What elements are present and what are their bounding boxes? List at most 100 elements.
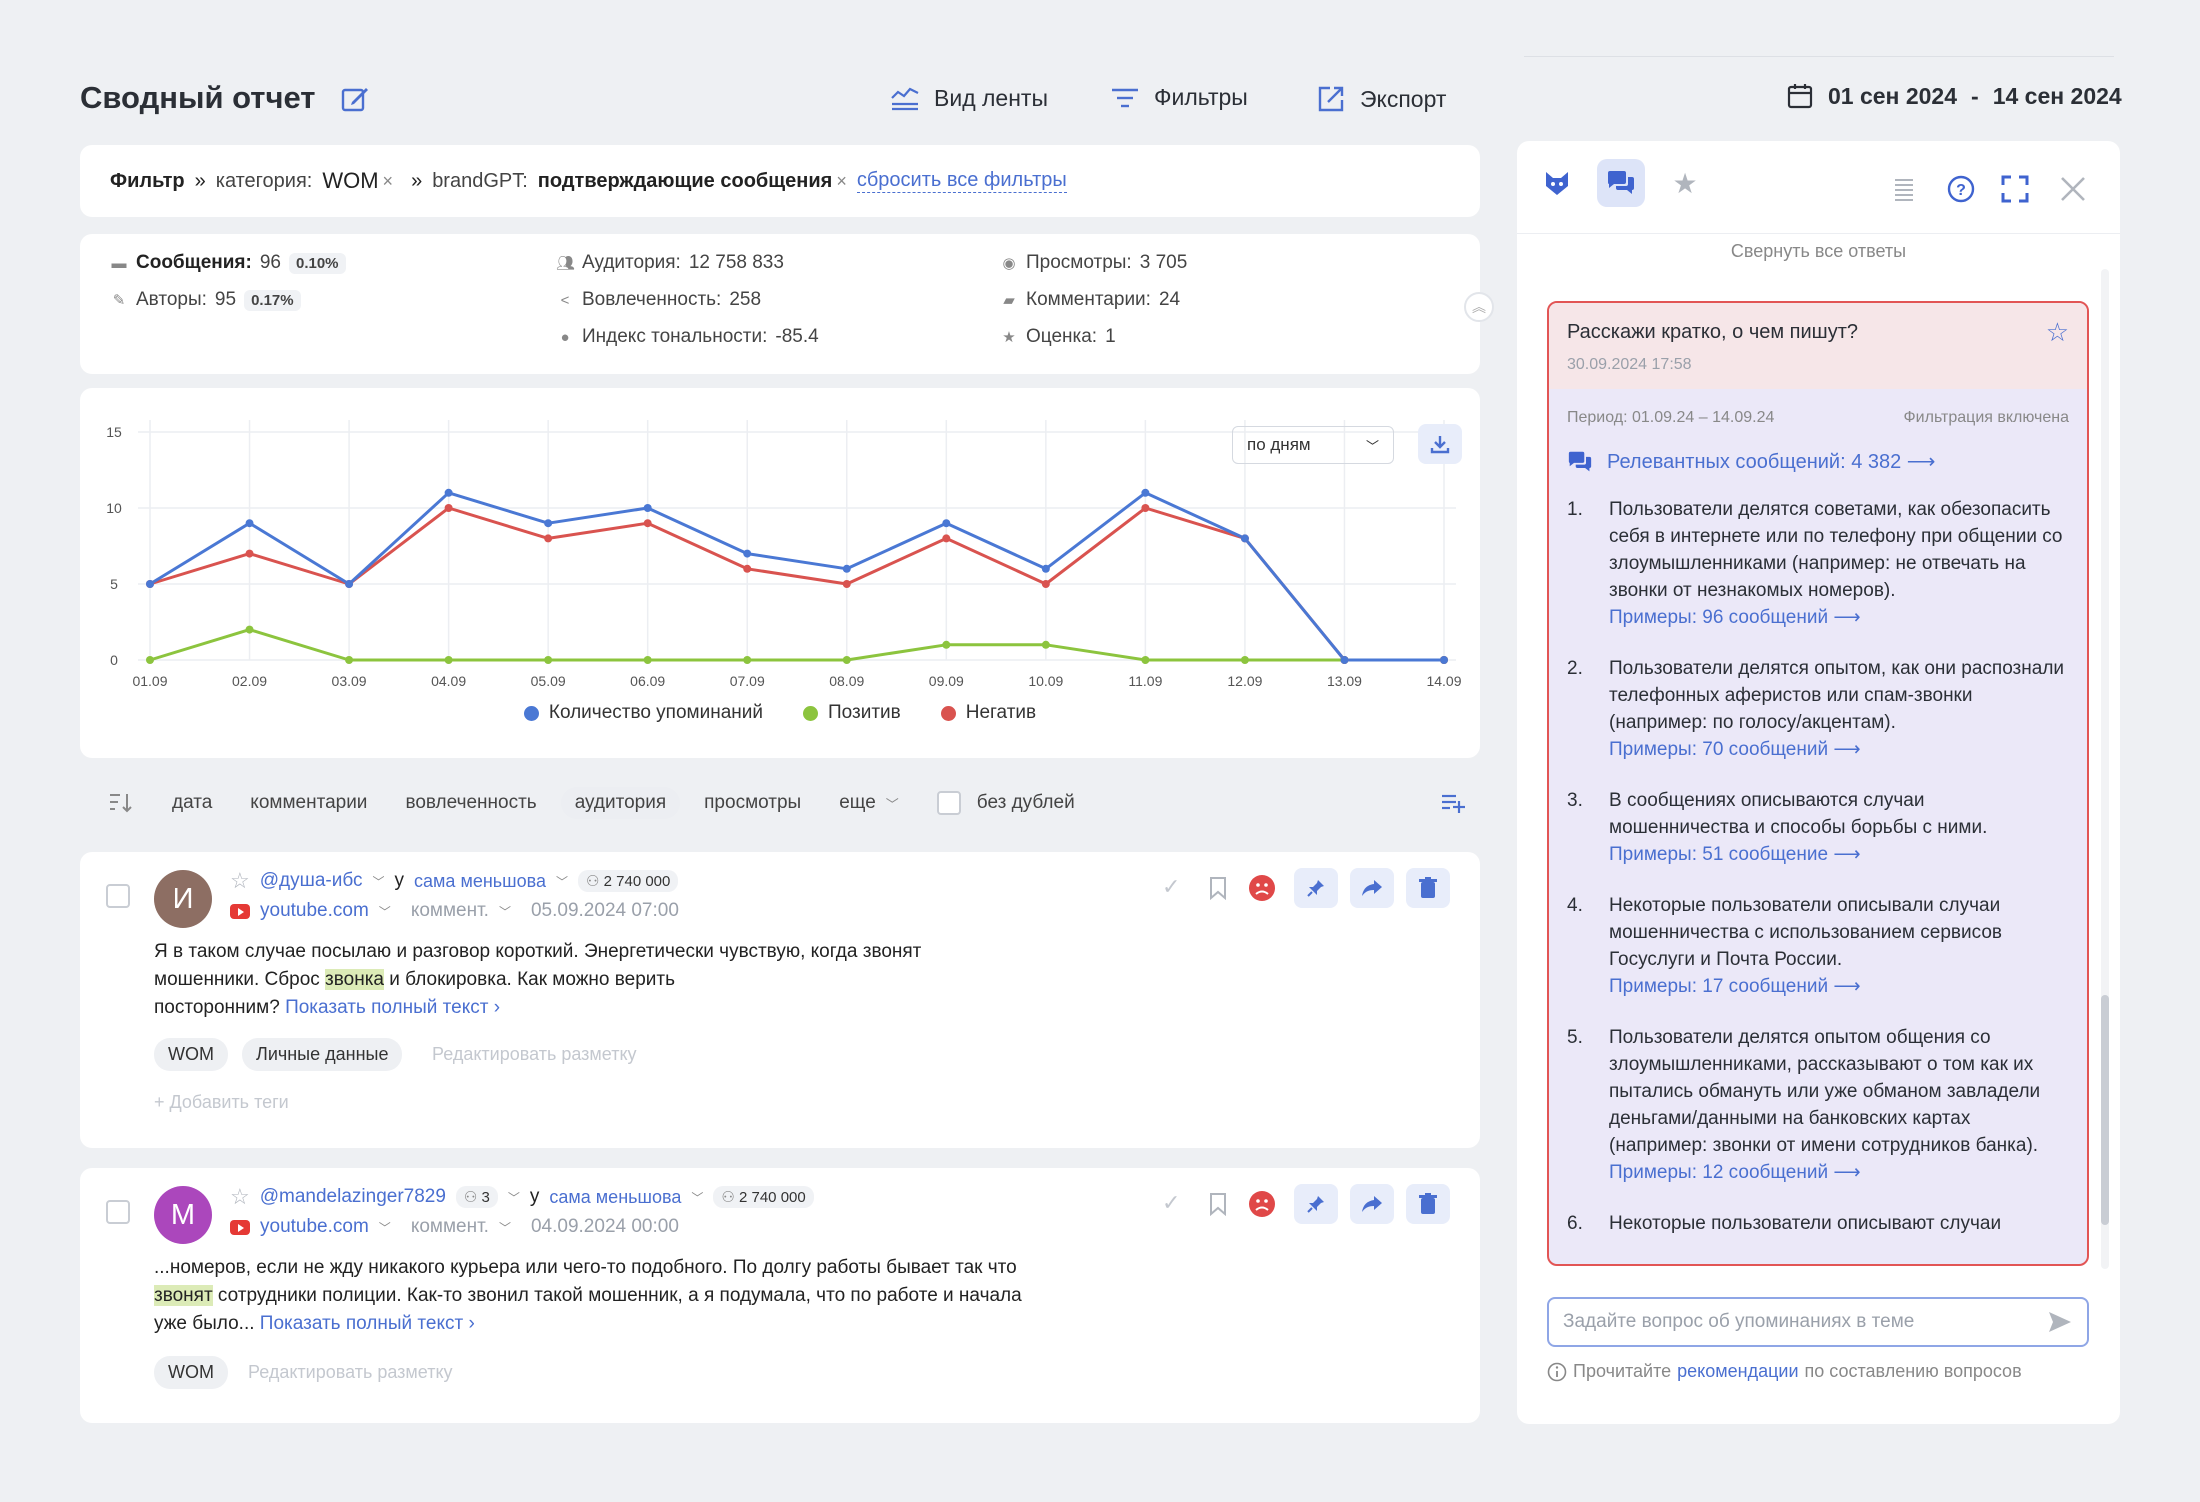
trash-icon: [1419, 1193, 1437, 1215]
avatar[interactable]: M: [154, 1186, 212, 1244]
date-range-picker[interactable]: 01 сен 2024 - 14 сен 2024: [1786, 82, 2122, 110]
collapse-stats-button[interactable]: ︽: [1464, 292, 1494, 322]
favorite-star-icon[interactable]: ☆: [2046, 317, 2069, 348]
post-text-line: мошенники. Сброс звонка и блокировка. Ка…: [154, 966, 921, 994]
add-tags-link[interactable]: + Добавить теги: [154, 1092, 289, 1113]
show-full-text-link[interactable]: Показать полный текст ›: [285, 997, 500, 1018]
data-point: [245, 549, 254, 558]
sort-comments[interactable]: комментарии: [236, 787, 381, 819]
answer-text: Некоторые пользователи описывают случаи: [1609, 1213, 2002, 1234]
list-icon[interactable]: [1893, 177, 1915, 201]
show-full-text-link[interactable]: Показать полный текст ›: [260, 1313, 475, 1334]
answer-item: 5. Пользователи делятся опытом общения со…: [1567, 1024, 2069, 1186]
examples-link[interactable]: Примеры: 51 сообщение ⟶: [1609, 841, 2069, 868]
author-link[interactable]: @душа-ибс: [260, 870, 363, 892]
post-select-checkbox[interactable]: [106, 1200, 130, 1224]
pin-button[interactable]: [1294, 868, 1338, 908]
chevron-down-icon[interactable]: ﹀: [379, 903, 391, 920]
close-icon[interactable]: [2059, 175, 2087, 203]
chevron-down-icon[interactable]: ﹀: [499, 903, 511, 920]
granularity-select[interactable]: по дням ﹀: [1232, 426, 1394, 464]
edit-icon[interactable]: [340, 84, 370, 114]
tag-wom[interactable]: WOM: [154, 1356, 228, 1389]
bookmark-icon[interactable]: [1208, 876, 1228, 900]
examples-link[interactable]: Примеры: 12 сообщений ⟶: [1609, 1159, 2069, 1186]
tab-favorites[interactable]: ★: [1661, 159, 1709, 207]
scrollbar-thumb[interactable]: [2101, 995, 2109, 1225]
bookmark-icon[interactable]: [1208, 1192, 1228, 1216]
check-icon[interactable]: ✓: [1162, 874, 1180, 900]
tag-wom[interactable]: WOM: [154, 1038, 228, 1071]
channel-link[interactable]: сама меньшова: [549, 1187, 681, 1208]
legend-item-mentions[interactable]: Количество упоминаний: [523, 702, 763, 724]
sort-audience[interactable]: аудитория: [560, 787, 681, 819]
reset-filters-link[interactable]: сбросить все фильтры: [856, 169, 1067, 193]
collapse-all-answers-button[interactable]: Свернуть все ответы: [1517, 241, 2120, 262]
delete-button[interactable]: [1406, 1184, 1450, 1224]
recommendations-link[interactable]: рекомендации: [1677, 1361, 1798, 1382]
legend-item-negative[interactable]: Негатив: [940, 702, 1037, 724]
sort-order-icon[interactable]: [108, 791, 134, 815]
negative-sentiment-icon[interactable]: [1248, 1190, 1276, 1218]
data-point: [1141, 504, 1150, 512]
chevron-down-icon[interactable]: ﹀: [373, 873, 385, 890]
question-input[interactable]: Задайте вопрос об упоминаниях в теме: [1547, 1297, 2089, 1347]
share-button[interactable]: [1350, 1184, 1394, 1224]
post-select-checkbox[interactable]: [106, 884, 130, 908]
chevron-down-icon[interactable]: ﹀: [499, 1219, 511, 1236]
fullscreen-icon[interactable]: [2001, 175, 2029, 203]
legend-item-positive[interactable]: Позитив: [803, 702, 901, 724]
x-tick-label: 02.09: [232, 673, 267, 688]
examples-link[interactable]: Примеры: 70 сообщений ⟶: [1609, 736, 2069, 763]
source-link[interactable]: youtube.com: [260, 1216, 369, 1238]
edit-markup-link[interactable]: Редактировать разметку: [432, 1044, 637, 1065]
legend-label: Негатив: [965, 702, 1037, 723]
star-outline-icon[interactable]: ☆: [230, 1184, 250, 1210]
pin-button[interactable]: [1294, 1184, 1338, 1224]
x-tick-label: 14.09: [1426, 673, 1461, 688]
dedupe-checkbox[interactable]: [936, 791, 961, 815]
stat-tone-label: Индекс тональности:: [582, 326, 768, 347]
remove-brandgpt-icon[interactable]: ×: [836, 171, 847, 192]
list-settings-icon[interactable]: [1440, 792, 1466, 814]
data-point: [444, 488, 453, 497]
chat-icon: [1606, 169, 1636, 197]
download-chart-button[interactable]: [1418, 424, 1462, 464]
examples-link[interactable]: Примеры: 17 сообщений ⟶: [1609, 973, 2069, 1000]
chevron-up-icon: ︽: [1472, 299, 1486, 315]
chevron-down-icon[interactable]: ﹀: [556, 873, 568, 890]
share-button[interactable]: [1350, 868, 1394, 908]
sort-engagement[interactable]: вовлеченность: [391, 787, 550, 819]
data-point: [942, 519, 951, 528]
examples-link[interactable]: Примеры: 96 сообщений ⟶: [1609, 604, 2069, 631]
filters-button[interactable]: Фильтры: [1110, 84, 1248, 111]
help-icon[interactable]: ?: [1947, 175, 1975, 203]
delete-button[interactable]: [1406, 868, 1450, 908]
relevant-messages-link[interactable]: Релевантных сообщений: 4 382 ⟶: [1607, 449, 1935, 474]
sort-date[interactable]: дата: [158, 787, 226, 819]
export-button[interactable]: Экспорт: [1316, 84, 1446, 114]
avatar[interactable]: И: [154, 870, 212, 928]
chevron-down-icon[interactable]: ﹀: [379, 1219, 391, 1236]
author-link[interactable]: @mandelazinger7829: [260, 1186, 446, 1208]
sort-more-dropdown[interactable]: еще ﹀: [825, 787, 913, 819]
check-icon[interactable]: ✓: [1162, 1190, 1180, 1216]
channel-link[interactable]: сама меньшова: [414, 871, 546, 892]
negative-sentiment-icon[interactable]: [1248, 874, 1276, 902]
remove-category-icon[interactable]: ×: [383, 171, 394, 192]
tab-brand[interactable]: [1533, 159, 1581, 207]
scrollbar-track[interactable]: [2101, 269, 2109, 1269]
chevron-down-icon[interactable]: ﹀: [691, 1189, 703, 1206]
source-link[interactable]: youtube.com: [260, 900, 369, 922]
feed-view-button[interactable]: Вид ленты: [890, 84, 1048, 112]
keyword-highlight: звонят: [154, 1285, 213, 1306]
youtube-icon: [230, 1219, 250, 1235]
chevron-down-icon[interactable]: ﹀: [508, 1189, 520, 1206]
sort-views[interactable]: просмотры: [690, 787, 815, 819]
edit-markup-link[interactable]: Редактировать разметку: [248, 1362, 453, 1383]
tag-personal-data[interactable]: Личные данные: [242, 1038, 403, 1071]
stat-authors: ✎ Авторы: 95 0.17%: [110, 289, 301, 311]
send-icon[interactable]: [2047, 1310, 2073, 1334]
star-outline-icon[interactable]: ☆: [230, 868, 250, 894]
tab-chat[interactable]: [1597, 159, 1645, 207]
